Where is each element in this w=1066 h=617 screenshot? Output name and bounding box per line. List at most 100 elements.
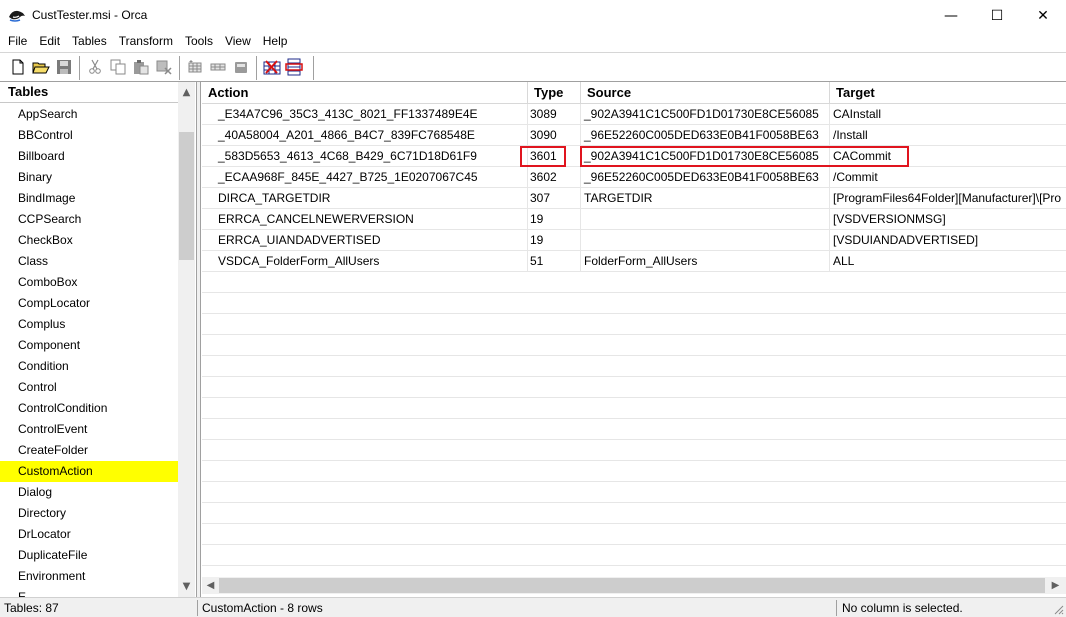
menu-help[interactable]: Help: [257, 31, 294, 51]
table-row[interactable]: ERRCA_UIANDADVERTISED 19 [VSDUIANDADVERT…: [202, 230, 1066, 251]
cell-type[interactable]: 3089: [528, 104, 581, 125]
open-icon[interactable]: [32, 58, 50, 76]
cell-target[interactable]: ALL: [830, 251, 1066, 272]
cell-source[interactable]: [581, 230, 830, 251]
scroll-thumb[interactable]: [219, 578, 1045, 593]
cell-source[interactable]: _902A3941C1C500FD1D01730E8CE56085: [581, 146, 830, 167]
cell-target[interactable]: CACommit: [830, 146, 1066, 167]
table-row[interactable]: DIRCA_TARGETDIR 307 TARGETDIR [ProgramFi…: [202, 188, 1066, 209]
cell-type[interactable]: 3602: [528, 167, 581, 188]
add-table-icon[interactable]: [186, 58, 204, 76]
cell-target[interactable]: /Install: [830, 125, 1066, 146]
cell-action[interactable]: _583D5653_4613_4C68_B429_6C71D18D61F9: [212, 146, 528, 167]
table-item[interactable]: E: [0, 587, 178, 597]
column-header-target[interactable]: Target: [830, 82, 1066, 104]
cell-target[interactable]: [VSDVERSIONMSG]: [830, 209, 1066, 230]
cell-type[interactable]: 19: [528, 209, 581, 230]
column-header-type[interactable]: Type: [528, 82, 581, 104]
table-row[interactable]: _40A58004_A201_4866_B4C7_839FC768548E 30…: [202, 125, 1066, 146]
table-item-selected[interactable]: CustomAction: [0, 461, 178, 482]
table-item[interactable]: Binary: [0, 167, 178, 188]
column-header-action[interactable]: Action: [202, 82, 528, 104]
table-row[interactable]: _583D5653_4613_4C68_B429_6C71D18D61F9 36…: [202, 146, 1066, 167]
cell-type[interactable]: 3090: [528, 125, 581, 146]
new-icon[interactable]: [9, 58, 27, 76]
table-item[interactable]: Class: [0, 251, 178, 272]
merge-module-icon[interactable]: [285, 58, 303, 76]
cell-type[interactable]: 19: [528, 230, 581, 251]
table-item[interactable]: CreateFolder: [0, 440, 178, 461]
save-icon[interactable]: [55, 58, 73, 76]
cell-target[interactable]: [ProgramFiles64Folder][Manufacturer]\[Pr…: [830, 188, 1066, 209]
cell-target[interactable]: CAInstall: [830, 104, 1066, 125]
cell-action[interactable]: DIRCA_TARGETDIR: [212, 188, 528, 209]
table-item[interactable]: DrLocator: [0, 524, 178, 545]
table-item[interactable]: Dialog: [0, 482, 178, 503]
scroll-left-icon[interactable]: ◀: [202, 577, 219, 594]
menu-edit[interactable]: Edit: [33, 31, 66, 51]
menu-file[interactable]: File: [0, 31, 33, 51]
scroll-down-icon[interactable]: ▼: [178, 578, 195, 595]
cell-action[interactable]: _40A58004_A201_4866_B4C7_839FC768548E: [212, 125, 528, 146]
grid-horizontal-scrollbar[interactable]: ◀ ▶: [202, 577, 1066, 594]
menu-tables[interactable]: Tables: [66, 31, 113, 51]
cell-target[interactable]: [VSDUIANDADVERTISED]: [830, 230, 1066, 251]
cell-action[interactable]: VSDCA_FolderForm_AllUsers: [212, 251, 528, 272]
menu-view[interactable]: View: [219, 31, 257, 51]
validate-icon[interactable]: [263, 58, 281, 76]
cell-source[interactable]: _96E52260C005DED633E0B41F0058BE63: [581, 167, 830, 188]
minimize-button[interactable]: —: [928, 0, 974, 31]
cell-source[interactable]: _96E52260C005DED633E0B41F0058BE63: [581, 125, 830, 146]
add-row-icon[interactable]: [209, 58, 227, 76]
table-item[interactable]: DuplicateFile: [0, 545, 178, 566]
cell-action[interactable]: _E34A7C96_35C3_413C_8021_FF1337489E4E: [212, 104, 528, 125]
table-item[interactable]: ControlEvent: [0, 419, 178, 440]
table-item[interactable]: BBControl: [0, 125, 178, 146]
table-item[interactable]: Condition: [0, 356, 178, 377]
scroll-right-icon[interactable]: ▶: [1047, 577, 1064, 594]
cell-source[interactable]: TARGETDIR: [581, 188, 830, 209]
cell-type[interactable]: 51: [528, 251, 581, 272]
table-item[interactable]: Control: [0, 377, 178, 398]
scroll-thumb[interactable]: [179, 132, 194, 260]
menu-tools[interactable]: Tools: [179, 31, 219, 51]
cell-type[interactable]: 3601: [528, 146, 581, 167]
maximize-button[interactable]: ☐: [974, 0, 1020, 31]
copy-icon[interactable]: [109, 58, 127, 76]
cut-icon[interactable]: [86, 58, 104, 76]
table-item[interactable]: Billboard: [0, 146, 178, 167]
cell-source[interactable]: FolderForm_AllUsers: [581, 251, 830, 272]
cell-source[interactable]: [581, 209, 830, 230]
table-row[interactable]: ERRCA_CANCELNEWERVERSION 19 [VSDVERSIONM…: [202, 209, 1066, 230]
panel-splitter[interactable]: [197, 82, 201, 597]
table-row[interactable]: VSDCA_FolderForm_AllUsers 51 FolderForm_…: [202, 251, 1066, 272]
cell-action[interactable]: ERRCA_CANCELNEWERVERSION: [212, 209, 528, 230]
table-item[interactable]: CCPSearch: [0, 209, 178, 230]
table-item[interactable]: AppSearch: [0, 104, 178, 125]
table-item[interactable]: BindImage: [0, 188, 178, 209]
table-item[interactable]: ControlCondition: [0, 398, 178, 419]
scroll-up-icon[interactable]: ▲: [178, 84, 195, 101]
table-item[interactable]: ComboBox: [0, 272, 178, 293]
table-row[interactable]: _E34A7C96_35C3_413C_8021_FF1337489E4E 30…: [202, 104, 1066, 125]
menu-transform[interactable]: Transform: [113, 31, 179, 51]
tables-vertical-scrollbar[interactable]: ▲ ▼: [178, 82, 195, 597]
cell-action[interactable]: _ECAA968F_845E_4427_B725_1E0207067C45: [212, 167, 528, 188]
cell-source[interactable]: _902A3941C1C500FD1D01730E8CE56085: [581, 104, 830, 125]
table-item[interactable]: CheckBox: [0, 230, 178, 251]
resize-grip-icon[interactable]: [1052, 603, 1064, 615]
cell-target[interactable]: /Commit: [830, 167, 1066, 188]
table-item[interactable]: Environment: [0, 566, 178, 587]
table-item[interactable]: Complus: [0, 314, 178, 335]
drop-table-icon[interactable]: [232, 58, 250, 76]
column-header-source[interactable]: Source: [581, 82, 830, 104]
cell-type[interactable]: 307: [528, 188, 581, 209]
close-button[interactable]: ✕: [1020, 0, 1066, 31]
cell-action[interactable]: ERRCA_UIANDADVERTISED: [212, 230, 528, 251]
table-row[interactable]: _ECAA968F_845E_4427_B725_1E0207067C45 36…: [202, 167, 1066, 188]
delete-icon[interactable]: [155, 58, 173, 76]
table-item[interactable]: CompLocator: [0, 293, 178, 314]
table-item[interactable]: Component: [0, 335, 178, 356]
paste-icon[interactable]: [132, 58, 150, 76]
table-item[interactable]: Directory: [0, 503, 178, 524]
